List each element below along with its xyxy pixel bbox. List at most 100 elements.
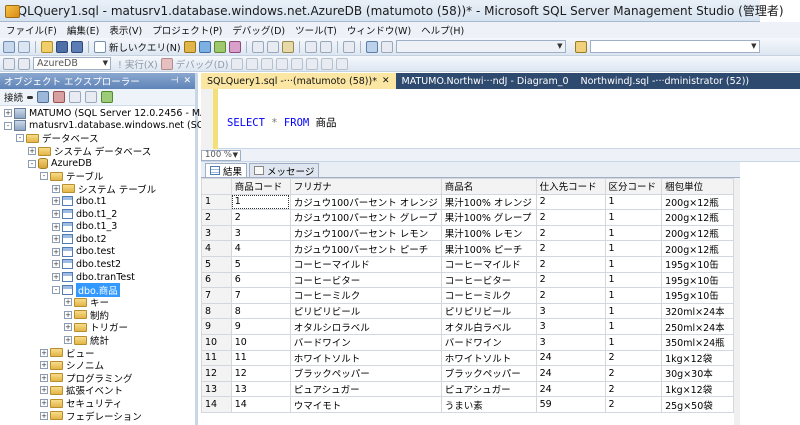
disconnect-icon[interactable]: [53, 91, 66, 103]
column-header[interactable]: 梱包単位: [661, 178, 734, 195]
table-cell[interactable]: 195g×10缶: [661, 255, 734, 273]
expand-icon[interactable]: +: [52, 235, 60, 244]
filter-icon[interactable]: [85, 91, 98, 103]
table-cell[interactable]: 1: [604, 318, 663, 335]
results-to-grid-icon[interactable]: [291, 57, 304, 70]
close-panel-icon[interactable]: ✕: [183, 76, 191, 86]
find-icon[interactable]: [574, 40, 587, 53]
table-cell[interactable]: 1: [604, 209, 663, 226]
table-cell[interactable]: 12: [230, 365, 291, 382]
change-connection-icon[interactable]: [18, 57, 30, 70]
table-cell[interactable]: ホワイトソルト: [440, 349, 537, 367]
comment-icon[interactable]: [306, 57, 319, 70]
expand-icon[interactable]: +: [64, 336, 72, 345]
tree-node[interactable]: - matusrv1.database.windows.net (SQL: [4, 120, 210, 133]
parse-icon[interactable]: [231, 57, 244, 70]
table-cell[interactable]: 2: [535, 193, 606, 211]
table-cell[interactable]: 1: [604, 224, 663, 242]
add-item-icon[interactable]: [18, 40, 30, 53]
tree-node[interactable]: + システム データベース: [28, 145, 151, 158]
tree-node[interactable]: + フェデレーション: [40, 409, 142, 423]
expand-icon[interactable]: +: [40, 348, 48, 357]
table-cell[interactable]: カジュウ100パーセント グレープ: [289, 209, 442, 226]
stop-refresh-icon[interactable]: [69, 91, 82, 103]
table-cell[interactable]: 2: [604, 396, 663, 413]
row-number-cell[interactable]: 9: [201, 318, 232, 335]
menu-item[interactable]: デバッグ(D): [232, 23, 285, 37]
row-number-cell[interactable]: 12: [201, 365, 232, 382]
table-cell[interactable]: 4: [230, 240, 291, 257]
menu-item[interactable]: ウィンドウ(W): [347, 23, 411, 37]
expand-icon[interactable]: +: [40, 373, 48, 382]
table-cell[interactable]: 200g×12瓶: [661, 209, 734, 226]
cut-icon[interactable]: [251, 40, 264, 53]
table-cell[interactable]: 2: [535, 255, 606, 273]
table-row[interactable]: 10 10 バードワイン バードワイン 3 1 350ml×24瓶: [201, 333, 734, 351]
mdx-query-icon[interactable]: [213, 40, 226, 53]
table-cell[interactable]: 1: [230, 193, 291, 211]
expand-icon[interactable]: +: [52, 210, 60, 219]
column-header[interactable]: 商品コード: [230, 178, 291, 195]
row-number-cell[interactable]: 2: [201, 209, 232, 226]
collapse-icon[interactable]: -: [28, 159, 36, 168]
expand-icon[interactable]: +: [52, 184, 60, 193]
table-cell[interactable]: ブラックペッパー: [289, 365, 442, 382]
indent-icon[interactable]: [336, 57, 349, 70]
xmla-query-icon[interactable]: [228, 40, 241, 53]
table-cell[interactable]: コーヒービター: [289, 271, 442, 289]
table-cell[interactable]: 5: [230, 255, 291, 273]
collapse-icon[interactable]: -: [4, 121, 12, 130]
table-cell[interactable]: 13: [230, 380, 291, 398]
menu-item[interactable]: 編集(E): [67, 23, 99, 37]
table-cell[interactable]: 350ml×24瓶: [661, 333, 734, 351]
tree-node[interactable]: + キー: [64, 296, 109, 309]
table-cell[interactable]: 1: [604, 302, 663, 320]
expand-icon[interactable]: +: [28, 147, 36, 156]
row-number-cell[interactable]: 7: [201, 287, 232, 304]
zoom-combo[interactable]: 100 %: [201, 149, 241, 161]
tree-node[interactable]: - データベース: [16, 132, 99, 145]
uncomment-icon[interactable]: [321, 57, 334, 70]
table-cell[interactable]: 2: [604, 349, 663, 367]
paste-icon[interactable]: [281, 40, 294, 53]
table-cell[interactable]: ウマイモト: [289, 396, 442, 413]
results-grid[interactable]: 商品コード フリガナ 商品名 仕入先コード 区分コード 梱包単位 1 1 カジュウ100パーセ…: [201, 178, 734, 425]
table-cell[interactable]: 1: [604, 271, 663, 289]
new-query-button[interactable]: 新しいクエリ(N): [109, 40, 181, 54]
connect-icon[interactable]: [3, 57, 15, 70]
table-cell[interactable]: コーヒーマイルド: [289, 255, 442, 273]
table-cell[interactable]: 果汁100% グレープ: [440, 209, 537, 226]
table-row[interactable]: 4 4 カジュウ100パーセント ピーチ 果汁100% ピーチ 2 1 200g×12瓶: [201, 240, 734, 257]
table-row[interactable]: 3 3 カジュウ100パーセント レモン 果汁100% レモン 2 1 200g×12瓶: [201, 224, 734, 242]
tree-node[interactable]: + 統計: [64, 334, 109, 347]
navigate-back-icon[interactable]: [342, 40, 355, 53]
table-cell[interactable]: 200g×12瓶: [661, 240, 734, 257]
expand-icon[interactable]: +: [52, 273, 60, 282]
column-header[interactable]: 区分コード: [604, 178, 663, 195]
table-cell[interactable]: カジュウ100パーセント レモン: [289, 224, 442, 242]
table-row[interactable]: 11 11 ホワイトソルト ホワイトソルト 24 2 1kg×12袋: [201, 349, 734, 367]
properties-icon[interactable]: [380, 40, 393, 53]
table-cell[interactable]: 1: [604, 333, 663, 351]
table-cell[interactable]: 6: [230, 271, 291, 289]
copy-icon[interactable]: [266, 40, 279, 53]
query-editor[interactable]: SELECT * FROM 商品: [201, 89, 800, 149]
row-number-cell[interactable]: 14: [201, 396, 232, 413]
table-cell[interactable]: 14: [230, 396, 291, 413]
find-combo[interactable]: [395, 40, 566, 53]
document-tab[interactable]: SQLQuery1.sql -···(matumoto (58))* ✕: [201, 73, 396, 89]
collapse-icon[interactable]: -: [40, 172, 48, 181]
results-tab[interactable]: 結果: [205, 163, 248, 178]
redo-icon[interactable]: [319, 40, 332, 53]
row-number-cell[interactable]: 1: [201, 193, 232, 211]
table-cell[interactable]: 195g×10缶: [661, 271, 734, 289]
tree-node[interactable]: + dbo.test2: [52, 258, 121, 271]
tree-node[interactable]: + dbo.test: [52, 246, 115, 259]
tree-node[interactable]: + dbo.t1_2: [52, 208, 117, 221]
table-cell[interactable]: 11: [230, 349, 291, 367]
table-cell[interactable]: 59: [535, 396, 606, 413]
tree-node[interactable]: + 拡張イベント: [40, 384, 123, 397]
table-cell[interactable]: 2: [535, 240, 606, 257]
table-cell[interactable]: 25g×50袋: [661, 396, 734, 413]
table-cell[interactable]: オタル白ラベル: [440, 318, 537, 335]
